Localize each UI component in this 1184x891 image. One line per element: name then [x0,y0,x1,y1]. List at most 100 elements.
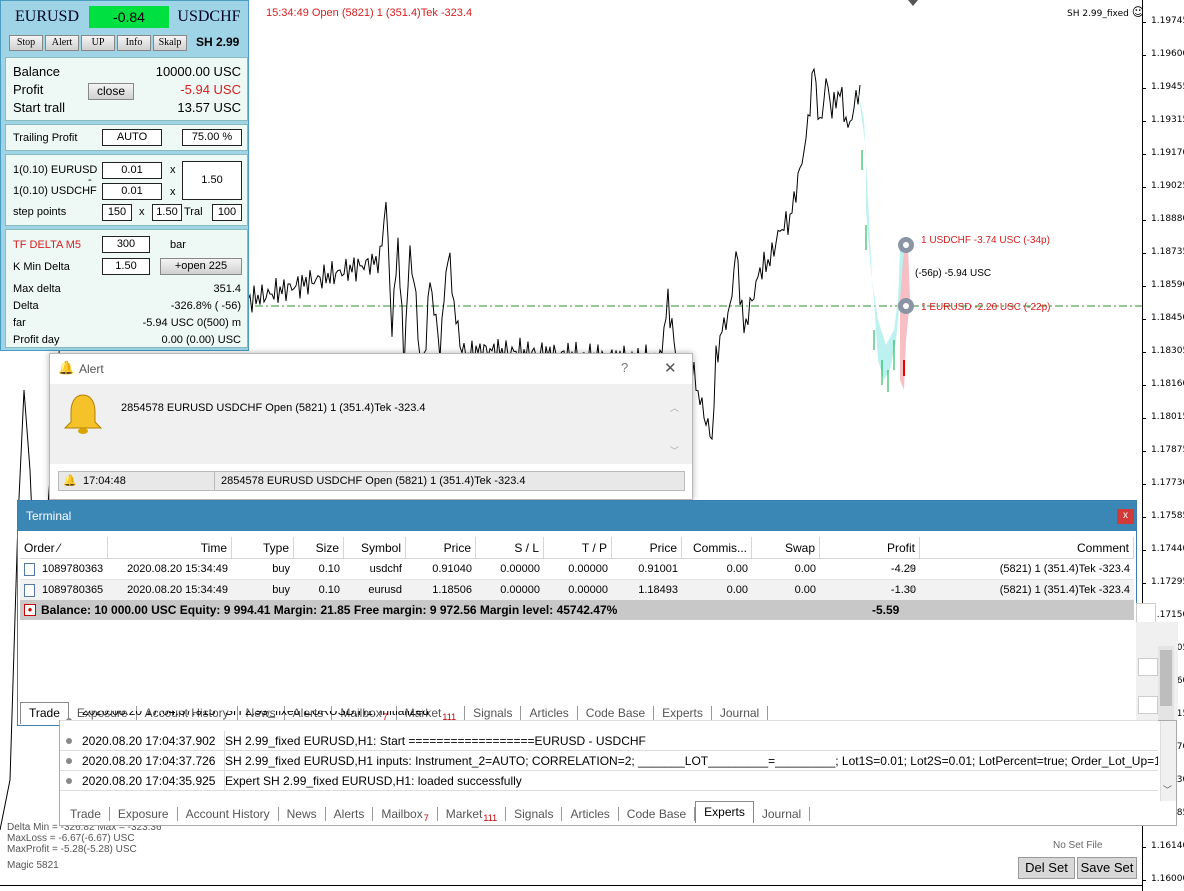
trailing-percent-field[interactable]: 75.00 % [182,129,242,146]
alert-dialog: 🔔 Alert ? ✕ 2854578 EURUSD USDCHF Open (… [49,353,693,500]
stop-button[interactable]: Stop [9,35,43,51]
column-header[interactable]: S / L [476,537,544,559]
tab-signals[interactable]: Signals [506,807,563,821]
terminal-titlebar[interactable]: Terminal [18,501,1136,531]
order-cell: 1089780365 [42,584,104,596]
log-row[interactable]: 2020.08.20 17:04:35.925 Expert SH 2.99_fi… [60,771,1158,791]
column-header[interactable]: Price [612,537,682,559]
shift-marker-icon[interactable] [908,0,918,6]
usdchf-position-label: 1 USDCHF -3.74 USC (-34p) [921,235,1050,246]
order-cell: 1089780363 [42,563,104,575]
chart-header-text: 15:34:49 Open (5821) 1 (351.4)Tek -323.4 [266,7,473,19]
tab-journal[interactable]: Journal [754,807,811,821]
help-button[interactable]: ? [621,360,628,375]
tab-code-base[interactable]: Code Base [619,807,696,821]
save-set-button[interactable]: Save Set [1077,857,1137,879]
open-button[interactable]: +open 225 [160,258,242,275]
alert-log-row[interactable]: 🔔 17:04:48 2854578 EURUSD USDCHF Open (5… [58,471,685,491]
up-button[interactable]: UP [81,35,115,51]
alert-close-button[interactable]: ✕ [664,359,677,377]
terminal-close-button[interactable]: x [1117,509,1134,524]
tf-delta-field[interactable]: 300 [102,236,150,253]
tab-alerts[interactable]: Alerts [326,807,374,821]
step-multiplier-field[interactable]: 1.50 [152,204,182,221]
scroll-up-icon[interactable]: ︿ [670,401,679,414]
version-label: SH 2.99 [196,35,240,49]
ratio-field[interactable]: 1.50 [182,161,242,200]
order-cell: -4.29 [890,563,916,575]
tab-mailbox[interactable]: Mailbox7 [373,807,438,823]
column-header[interactable]: Size [294,537,344,559]
order-cell: usdchf [369,563,402,575]
chevron-down-icon[interactable]: ﹀ [1163,783,1172,796]
magic-label: Magic 5821 [7,860,59,871]
column-header[interactable]: Comment [920,537,1134,559]
column-header[interactable]: Swap [752,537,820,559]
tab-experts[interactable]: Experts [695,801,754,823]
scroll-down-icon[interactable]: ﹀ [670,444,679,457]
tab-articles[interactable]: Articles [562,807,619,821]
order-cell: 0.00 [726,584,748,596]
log-status-icon [66,778,72,784]
tral-field[interactable]: 100 [212,204,242,221]
trailing-mode-field[interactable]: AUTO [102,129,162,146]
balance-icon: ● [24,604,36,616]
terminal-window: Terminal x Order ⁄ Time Type Size Symbol Pric… [17,500,1156,726]
symbol-2: USDCHF [177,8,241,25]
tab-market[interactable]: Market111 [438,807,507,823]
tab-exposure[interactable]: Exposure [110,807,178,821]
del-set-button[interactable]: Del Set [1018,857,1075,879]
price-tick-label: 1.18305 [1141,346,1184,356]
log-time: 2020.08.20 17:04:35.925 [82,774,216,788]
info-button[interactable]: Info [117,35,151,51]
order-cell: 0.00000 [568,584,608,596]
order-cell: 1.18506 [432,584,472,596]
price-tick-label: 1.19745 [1141,16,1184,26]
column-header[interactable]: Profit [820,537,920,559]
log-row[interactable]: 2020.08.20 17:04:37.902 SH 2.99_fixed EUR… [60,731,1158,751]
start-trall-value: 13.57 USC [177,100,241,115]
order-cell: 1.18493 [638,584,678,596]
column-header[interactable]: Type [232,537,294,559]
alert-button[interactable]: Alert [45,35,79,51]
alert-titlebar[interactable]: 🔔 Alert ? ✕ [50,354,692,384]
order-cell: -1.30 [890,584,916,596]
tab-account-history[interactable]: Account History [178,807,279,821]
skalp-button[interactable]: Skalp [153,35,187,51]
close-order-icon[interactable]: × [908,580,914,601]
step-field[interactable]: 150 [102,204,132,221]
price-tick-label: 1.17875 [1141,445,1184,455]
lot2-field[interactable]: 0.01 [102,183,162,200]
column-header[interactable]: Price [406,537,476,559]
column-header[interactable]: Commis... [682,537,752,559]
column-header[interactable]: Symbol [344,537,406,559]
log-row[interactable]: 2020.08.20 17:04:37.915 SH 2.99_fixed EUR… [60,711,1158,721]
green-spread-area [858,90,906,380]
log-row[interactable]: 2020.08.20 17:04:37.726 SH 2.99_fixed EUR… [60,751,1158,771]
tab-trade[interactable]: Trade [62,807,110,821]
price-tick-label: 1.17730 [1141,478,1184,488]
tab-news[interactable]: News [279,807,326,821]
scroll-thumb[interactable] [1160,650,1172,706]
bell-small-icon: 🔔 [58,360,75,375]
k-min-delta-field[interactable]: 1.50 [102,258,150,275]
lot1-field[interactable]: 0.01 [102,162,162,179]
delta-stats: Delta Min = -326.82 Max = -323.36 MaxLos… [7,822,162,871]
column-header[interactable]: T / P [544,537,612,559]
log-scrollbar[interactable]: ﹀ [1160,721,1176,801]
close-button[interactable]: close [88,83,134,100]
order-cell: buy [272,584,290,596]
close-order-icon[interactable]: × [908,559,914,580]
price-tick-label: 1.19455 [1141,82,1184,92]
order-cell: 0.00000 [568,563,608,575]
order-cell: 2020.08.20 15:34:49 [127,584,228,596]
balance-total-profit: -5.59 [872,603,900,617]
price-tick-label: 1.19315 [1141,115,1184,125]
price-tick-label: 1.18450 [1141,313,1184,323]
column-header[interactable]: Order ⁄ [20,537,108,559]
set-file-status: No Set File [1053,840,1103,851]
bell-icon [63,394,103,434]
order-cell: buy [272,563,290,575]
column-header[interactable]: Time [108,537,232,559]
tab-count-badge: 111 [483,813,498,823]
